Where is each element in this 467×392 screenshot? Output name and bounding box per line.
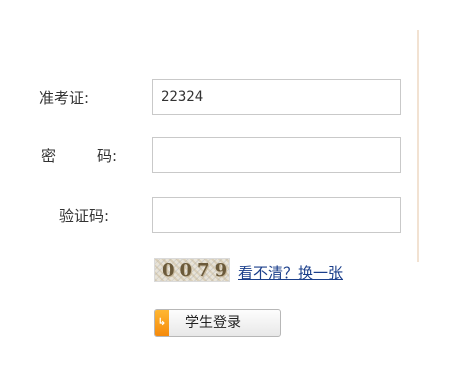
captcha-text: 0079 [162,260,230,281]
arrow-icon: ↳ [155,310,169,336]
password-label-right: 码: [97,147,118,165]
password-row: 密 码: [0,137,467,175]
student-login-button[interactable]: ↳ 学生登录 [154,309,281,337]
ticket-row: 准考证: [0,79,467,117]
password-label-left: 密 [41,147,57,165]
student-login-label: 学生登录 [185,315,241,331]
ticket-number-input[interactable] [152,79,401,115]
captcha-row: 验证码: [0,197,467,235]
refresh-captcha-link[interactable]: 看不清？换一张 [238,262,343,283]
captcha-image[interactable]: 0079 [154,258,230,282]
captcha-label: 验证码: [59,207,110,225]
captcha-input[interactable] [152,197,401,233]
password-input[interactable] [152,137,401,173]
ticket-label: 准考证: [39,89,90,107]
